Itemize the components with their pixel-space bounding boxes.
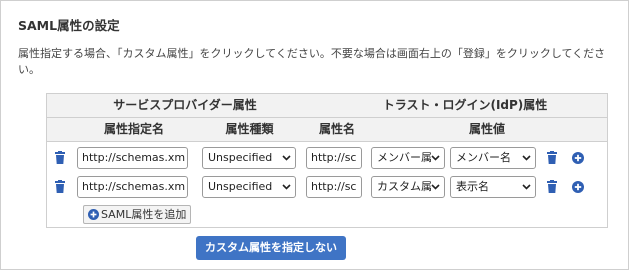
section-title: SAML属性の設定 bbox=[18, 18, 120, 33]
col-header-attr-spec: 属性指定名 bbox=[103, 122, 164, 136]
plus-circle-icon bbox=[88, 209, 99, 220]
chevron-down-icon bbox=[282, 155, 291, 161]
value-field-value: 表示名 bbox=[456, 180, 489, 193]
value-source-value: カスタム属 bbox=[377, 180, 432, 193]
value-field-select[interactable]: メンバー名 bbox=[450, 147, 536, 169]
chevron-down-icon bbox=[522, 155, 531, 161]
value-field-value: メンバー名 bbox=[456, 151, 511, 164]
value-source-value: メンバー属 bbox=[377, 151, 432, 164]
plus-circle-icon[interactable] bbox=[572, 181, 584, 193]
group-header-row: サービスプロバイダー属性 トラスト・ログイン(IdP)属性 bbox=[47, 94, 607, 118]
plus-circle-icon[interactable] bbox=[572, 152, 584, 164]
attr-spec-input[interactable]: http://schemas.xm bbox=[77, 147, 188, 169]
column-header-row: 属性指定名 属性種類 属性名 属性値 bbox=[47, 118, 607, 142]
trash-icon[interactable] bbox=[55, 151, 65, 164]
col-header-attr-type: 属性種類 bbox=[225, 122, 274, 136]
attr-spec-input[interactable]: http://schemas.xm bbox=[77, 176, 188, 198]
col-header-attr-value: 属性値 bbox=[468, 122, 505, 136]
add-saml-attribute-label: SAML属性を追加 bbox=[101, 208, 187, 221]
attr-name-input[interactable]: http://sc bbox=[306, 176, 362, 198]
chevron-down-icon bbox=[431, 155, 440, 161]
attr-type-value: Unspecified bbox=[208, 180, 273, 193]
section-description: 属性指定する場合、「カスタム属性」をクリックしてください。不要な場合は画面右上の… bbox=[18, 47, 606, 76]
trash-icon[interactable] bbox=[55, 180, 65, 193]
add-saml-attribute-button[interactable]: SAML属性を追加 bbox=[83, 205, 192, 224]
chevron-down-icon bbox=[282, 184, 291, 190]
attr-type-select[interactable]: Unspecified bbox=[202, 176, 296, 198]
no-custom-attribute-button[interactable]: カスタム属性を指定しない bbox=[196, 236, 346, 260]
saml-attributes-panel: SAML属性の設定 属性指定する場合、「カスタム属性」をクリックしてください。不… bbox=[0, 0, 629, 270]
attr-type-select[interactable]: Unspecified bbox=[202, 147, 296, 169]
col-header-attr-name: 属性名 bbox=[318, 122, 355, 136]
trash-icon[interactable] bbox=[547, 151, 557, 164]
value-source-select[interactable]: カスタム属 bbox=[371, 176, 445, 198]
chevron-down-icon bbox=[431, 184, 440, 190]
sp-group-header: サービスプロバイダー属性 bbox=[113, 98, 257, 112]
trash-icon[interactable] bbox=[547, 180, 557, 193]
chevron-down-icon bbox=[522, 184, 531, 190]
attr-name-input[interactable]: http://sc bbox=[306, 147, 362, 169]
value-source-select[interactable]: メンバー属 bbox=[371, 147, 445, 169]
idp-group-header: トラスト・ログイン(IdP)属性 bbox=[382, 98, 548, 112]
attr-type-value: Unspecified bbox=[208, 151, 273, 164]
value-field-select[interactable]: 表示名 bbox=[450, 176, 536, 198]
